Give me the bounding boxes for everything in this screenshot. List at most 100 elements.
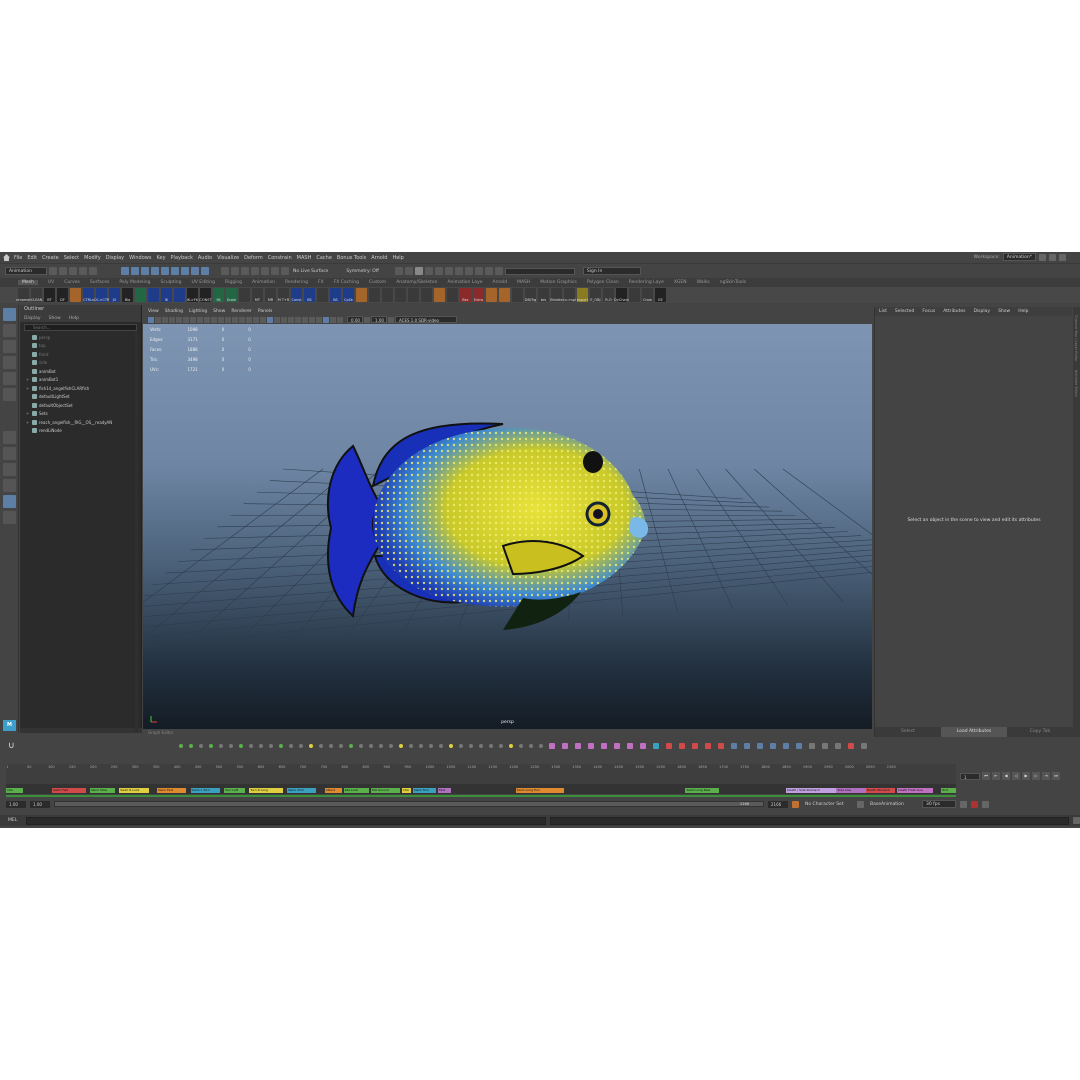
anim-key-tool-icon[interactable] bbox=[821, 743, 828, 749]
shelf-button-cv-spl[interactable]: cv->spl bbox=[563, 288, 576, 302]
shelf-button-df[interactable]: DF bbox=[57, 288, 68, 302]
shelf-button-ee[interactable]: EE bbox=[655, 288, 666, 302]
outliner-item[interactable]: + Sets bbox=[20, 410, 141, 419]
anim-tool-icon[interactable] bbox=[368, 744, 373, 748]
shelf-button-ctrls[interactable]: CTRLs bbox=[83, 288, 94, 302]
layout-icon[interactable] bbox=[1039, 253, 1046, 261]
multisample-aa-icon[interactable] bbox=[302, 316, 308, 323]
anim-tool-icon[interactable] bbox=[328, 744, 333, 748]
anim-tool-icon[interactable] bbox=[248, 744, 253, 748]
shelf-button-cpsk[interactable]: CpSk bbox=[343, 288, 354, 302]
outliner-scrollbar-vertical[interactable] bbox=[135, 332, 138, 732]
pause-icon[interactable] bbox=[484, 267, 493, 275]
shelf-button-jo[interactable]: JO bbox=[109, 288, 120, 302]
menu-modify[interactable]: Modify bbox=[84, 255, 101, 261]
snap-point-icon[interactable] bbox=[241, 267, 249, 275]
time-editor-clip[interactable]: Swim Turn bbox=[412, 788, 436, 793]
anim-key-tool-icon[interactable] bbox=[691, 743, 698, 749]
anim-tool-icon[interactable] bbox=[488, 744, 493, 748]
safe-title-icon[interactable] bbox=[232, 316, 238, 323]
anim-tool-icon[interactable] bbox=[418, 744, 423, 748]
step-back-key-icon[interactable]: ⇤ bbox=[992, 772, 1000, 780]
pick-mask-icon-3[interactable] bbox=[171, 267, 179, 275]
menu-key[interactable]: Key bbox=[156, 255, 165, 261]
save-scene-icon[interactable] bbox=[69, 267, 77, 275]
home-icon[interactable] bbox=[3, 254, 10, 261]
pick-mask-icon[interactable] bbox=[151, 267, 159, 275]
anim-tool-icon[interactable] bbox=[288, 744, 293, 748]
time-editor-clip[interactable]: Swim Chill bbox=[287, 788, 317, 793]
hypershade-icon[interactable] bbox=[444, 267, 453, 275]
ae-menu-attributes[interactable]: Attributes bbox=[943, 309, 965, 314]
loop-icon[interactable] bbox=[960, 800, 967, 808]
shelf-button-ik[interactable]: IK bbox=[161, 288, 172, 302]
anim-tool-icon[interactable] bbox=[278, 744, 283, 748]
wireframe-on-shaded-icon[interactable] bbox=[260, 316, 266, 323]
anim-tool-icon[interactable] bbox=[498, 744, 503, 748]
viewport-menu-panels[interactable]: Panels bbox=[258, 309, 272, 314]
outliner-layout-icon[interactable] bbox=[2, 463, 16, 476]
anim-tool-icon[interactable] bbox=[458, 744, 463, 748]
shelf-button-const[interactable]: Const bbox=[291, 288, 302, 302]
snap-plane-icon[interactable] bbox=[251, 267, 259, 275]
anim-tool-icon[interactable] bbox=[238, 744, 243, 748]
shelf-tab-walks[interactable]: Walks bbox=[697, 280, 710, 285]
shelf-tab-animation[interactable]: Animation bbox=[252, 280, 275, 285]
shelf-button-icon-33[interactable] bbox=[447, 288, 458, 302]
shelf-button-icon-26[interactable] bbox=[356, 288, 367, 302]
menuset-dropdown[interactable]: Animation bbox=[5, 267, 47, 275]
character-set-icon[interactable] bbox=[792, 800, 799, 808]
viewport-canvas[interactable]: Verts: 1098 0 0 Edges: 3171 0 0 Faces: 1888 0 0 Tris… bbox=[143, 324, 872, 729]
shelf-tab-fx[interactable]: FX bbox=[318, 280, 324, 285]
anim-key-tool-icon[interactable] bbox=[561, 743, 568, 749]
open-scene-icon[interactable] bbox=[59, 267, 67, 275]
anim-tool-icon[interactable] bbox=[518, 744, 523, 748]
expand-icon[interactable]: + bbox=[26, 411, 30, 416]
shelf-tab-mesh[interactable]: Mesh bbox=[18, 280, 38, 285]
menu-display[interactable]: Display bbox=[106, 255, 124, 261]
time-editor-clip[interactable]: Idle bbox=[402, 788, 411, 793]
shelf-button-clean[interactable]: CLEAN bbox=[31, 288, 42, 302]
time-editor-clip[interactable]: End bbox=[941, 788, 956, 793]
anim-tool-icon[interactable] bbox=[398, 744, 403, 748]
select-hierarchy-icon[interactable] bbox=[121, 267, 129, 275]
time-editor-clip[interactable]: Swim Fast bbox=[156, 788, 187, 793]
camera-select-icon[interactable] bbox=[148, 316, 154, 323]
outliner-menu-display[interactable]: Display bbox=[24, 316, 41, 321]
outliner-item[interactable]: + fish14_angelfishCLARfish bbox=[20, 384, 141, 393]
anim-key-tool-icon[interactable] bbox=[782, 743, 789, 749]
shelf-button-bla[interactable]: Bla bbox=[122, 288, 133, 302]
side-tab[interactable]: Attribute Editor bbox=[1074, 370, 1078, 397]
xray-active-icon[interactable] bbox=[330, 316, 336, 323]
shelf-button-db-trg[interactable]: DB/Trg bbox=[525, 288, 536, 302]
shelf-button-icon-36[interactable] bbox=[486, 288, 497, 302]
anim-key-tool-icon[interactable] bbox=[704, 743, 711, 749]
time-editor-clip[interactable]: Swim L Turn bbox=[190, 788, 220, 793]
shelf-button-icon-17[interactable] bbox=[239, 288, 250, 302]
time-editor-clip[interactable]: Swim Long Turn bbox=[515, 788, 564, 793]
anim-key-tool-icon[interactable] bbox=[795, 743, 802, 749]
shelf-tab-rendering-laye[interactable]: Rendering Laye bbox=[629, 280, 664, 285]
custom-layout-icon[interactable] bbox=[2, 495, 16, 508]
shelf-button-mr[interactable]: MR bbox=[265, 288, 276, 302]
anim-key-tool-icon[interactable] bbox=[665, 743, 672, 749]
anim-tool-icon[interactable] bbox=[358, 744, 363, 748]
ipr-render-icon[interactable] bbox=[424, 267, 433, 275]
move-tool-icon[interactable] bbox=[2, 356, 16, 369]
redo-icon[interactable] bbox=[89, 267, 97, 275]
shelf-button-icon-31[interactable] bbox=[421, 288, 432, 302]
shelf-tab-sculpting[interactable]: Sculpting bbox=[160, 280, 181, 285]
step-back-frame-icon[interactable]: ◀ bbox=[1002, 772, 1010, 780]
graph-editor-bar[interactable]: Graph Editor bbox=[143, 729, 872, 737]
anim-key-tool-icon[interactable] bbox=[847, 743, 854, 749]
gamma-icon[interactable] bbox=[364, 316, 370, 323]
shelf-button-bs[interactable]: BS bbox=[330, 288, 341, 302]
time-editor-clip[interactable]: Fast bbox=[438, 788, 451, 793]
shelf-button-ik-fk[interactable]: IK->FK bbox=[187, 288, 198, 302]
shelf-tab-uv[interactable]: UV bbox=[48, 280, 54, 285]
anim-tool-icon[interactable] bbox=[388, 744, 393, 748]
history-icon[interactable] bbox=[394, 267, 403, 275]
shelf-tab-polygon-clean[interactable]: Polygon Clean bbox=[587, 280, 619, 285]
anim-tool-icon[interactable] bbox=[438, 744, 443, 748]
play-forward-icon[interactable]: ▶ bbox=[1022, 772, 1030, 780]
